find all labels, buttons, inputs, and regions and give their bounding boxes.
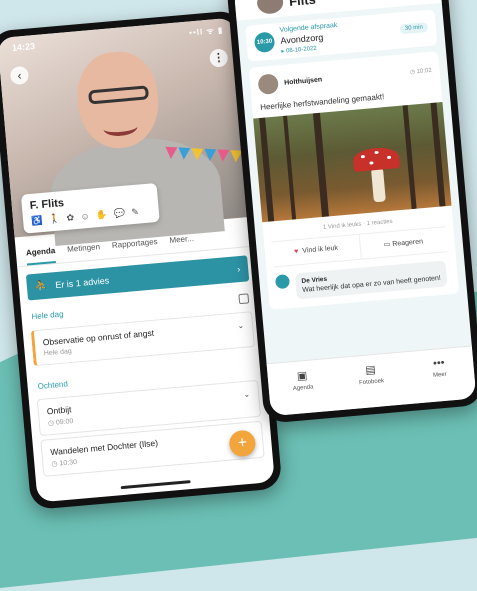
nav-agenda[interactable]: ▣ Agenda: [267, 358, 340, 416]
appointment-time-badge: 10:30: [253, 31, 276, 54]
nav-label: Meer: [432, 371, 448, 379]
post-author: Holthuijsen: [283, 75, 323, 87]
tab-meer[interactable]: Meer...: [169, 234, 195, 253]
appointment-duration: 30 min: [399, 22, 429, 35]
reply-label: Reageren: [392, 238, 424, 248]
photo-album-icon: ▤: [364, 363, 377, 377]
nav-label: Fotoboek: [358, 378, 385, 387]
like-label: Vind ik leuk: [302, 244, 339, 255]
section-morning-label: Ochtend: [37, 379, 69, 392]
more-options-button[interactable]: ⋮: [208, 48, 229, 68]
timeline-screen: Flits + 10:30 Volgende afspraak Avondzor…: [233, 0, 477, 417]
client-hero-photo: 14:23 ••ll ᯤ ▮ ‹ ⋮ F. Flits ♿ 🚶 ✿ ☺ ✋ 💬 …: [0, 17, 252, 246]
post-photo[interactable]: [253, 102, 452, 223]
timeline-post: Holthuijsen ◷ 10:02 Heerlijke herfstwand…: [248, 51, 460, 310]
comment-bubble: De Vries Wat heerlijk dat opa er zo van …: [294, 260, 448, 300]
status-time: 14:23: [11, 41, 36, 53]
post-time: ◷ 10:02: [409, 67, 432, 76]
page-title: Flits: [288, 0, 317, 9]
home-indicator: [120, 480, 191, 490]
nav-fotoboek[interactable]: ▤ Fotoboek: [335, 352, 408, 410]
more-dots-icon: •••: [432, 356, 446, 370]
status-bar: 14:23 ••ll ᯤ ▮: [12, 25, 224, 54]
chevron-left-icon: ‹: [16, 68, 23, 83]
section-whole-day-label: Hele dag: [31, 309, 64, 322]
calendar-icon: ▣: [296, 369, 308, 383]
chevron-right-icon: ›: [236, 263, 241, 275]
avatar[interactable]: [257, 73, 280, 95]
tab-metingen[interactable]: Metingen: [67, 242, 101, 262]
person-icon: ⛹: [34, 280, 48, 293]
advice-text: Er is 1 advies: [54, 275, 110, 291]
plus-icon: +: [236, 434, 248, 452]
avatar[interactable]: [256, 0, 285, 15]
mushroom-stem: [370, 167, 386, 203]
chevron-down-icon[interactable]: ⌄: [237, 321, 244, 331]
agenda-screen: 14:23 ••ll ᯤ ▮ ‹ ⋮ F. Flits ♿ 🚶 ✿ ☺ ✋ 💬 …: [0, 17, 275, 503]
avatar[interactable]: [274, 274, 291, 290]
back-button[interactable]: ‹: [9, 65, 30, 86]
comment: De Vries Wat heerlijk dat opa er zo van …: [274, 260, 451, 301]
tab-agenda[interactable]: Agenda: [25, 246, 57, 266]
calendar-icon[interactable]: [238, 293, 250, 305]
bottom-navigation: ▣ Agenda ▤ Fotoboek ••• Meer: [266, 345, 477, 417]
chevron-down-icon[interactable]: ⌄: [243, 390, 250, 400]
nav-label: Agenda: [292, 384, 314, 393]
appointment-label: Volgende afspraak: [279, 21, 338, 34]
status-icons: ••ll ᯤ ▮: [188, 25, 224, 38]
heart-icon: ♥: [293, 248, 299, 256]
appointment-name: Avondzorg: [280, 32, 324, 46]
appointment-date: ▸ 08-10-2022: [281, 45, 317, 55]
nav-meer[interactable]: ••• Meer: [403, 346, 476, 404]
phone-family-timeline: Flits + 10:30 Volgende afspraak Avondzor…: [226, 0, 477, 424]
kebab-menu-icon: ⋮: [212, 51, 225, 65]
